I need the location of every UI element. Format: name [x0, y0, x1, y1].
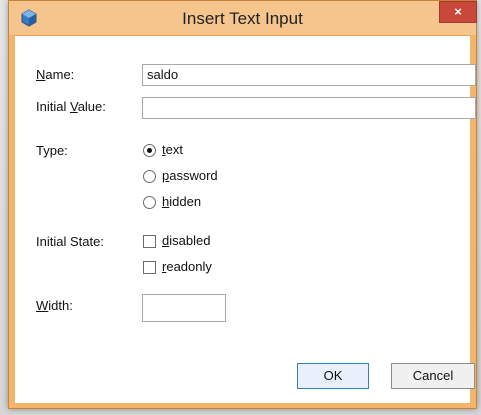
close-button[interactable]: ×	[439, 1, 477, 23]
initial-value-label: Initial Value:	[36, 99, 106, 114]
checkbox-disabled[interactable]	[143, 235, 156, 248]
radio-hidden[interactable]	[143, 196, 156, 209]
checkbox-readonly-label[interactable]: readonly	[162, 259, 212, 274]
type-label: Type:	[36, 143, 68, 158]
radio-password[interactable]	[143, 170, 156, 183]
window-title: Insert Text Input	[182, 9, 303, 28]
name-label-mnemonic: N	[36, 67, 46, 82]
radio-text[interactable]	[143, 144, 156, 157]
initial-value-input[interactable]	[142, 97, 476, 119]
cancel-button[interactable]: Cancel	[391, 363, 475, 389]
radio-selected-dot	[147, 148, 152, 153]
initial-state-label: Initial State:	[36, 234, 104, 249]
checkbox-readonly[interactable]	[143, 261, 156, 274]
insert-text-input-dialog: Insert Text Input × Name: saldo Initial …	[8, 0, 477, 409]
radio-hidden-label[interactable]: hidden	[162, 194, 201, 209]
dialog-content: Name: saldo Initial Value: Type: text pa…	[15, 35, 476, 403]
width-input[interactable]	[142, 294, 226, 322]
radio-password-label[interactable]: password	[162, 168, 218, 183]
width-label: Width:	[36, 298, 73, 313]
name-input[interactable]: saldo	[142, 64, 476, 86]
checkbox-disabled-label[interactable]: disabled	[162, 233, 210, 248]
ok-button[interactable]: OK	[297, 363, 369, 389]
name-label: Name:	[36, 67, 74, 82]
title-bar[interactable]: Insert Text Input ×	[9, 1, 477, 35]
radio-text-label[interactable]: text	[162, 142, 183, 157]
name-label-rest: ame:	[45, 67, 75, 82]
